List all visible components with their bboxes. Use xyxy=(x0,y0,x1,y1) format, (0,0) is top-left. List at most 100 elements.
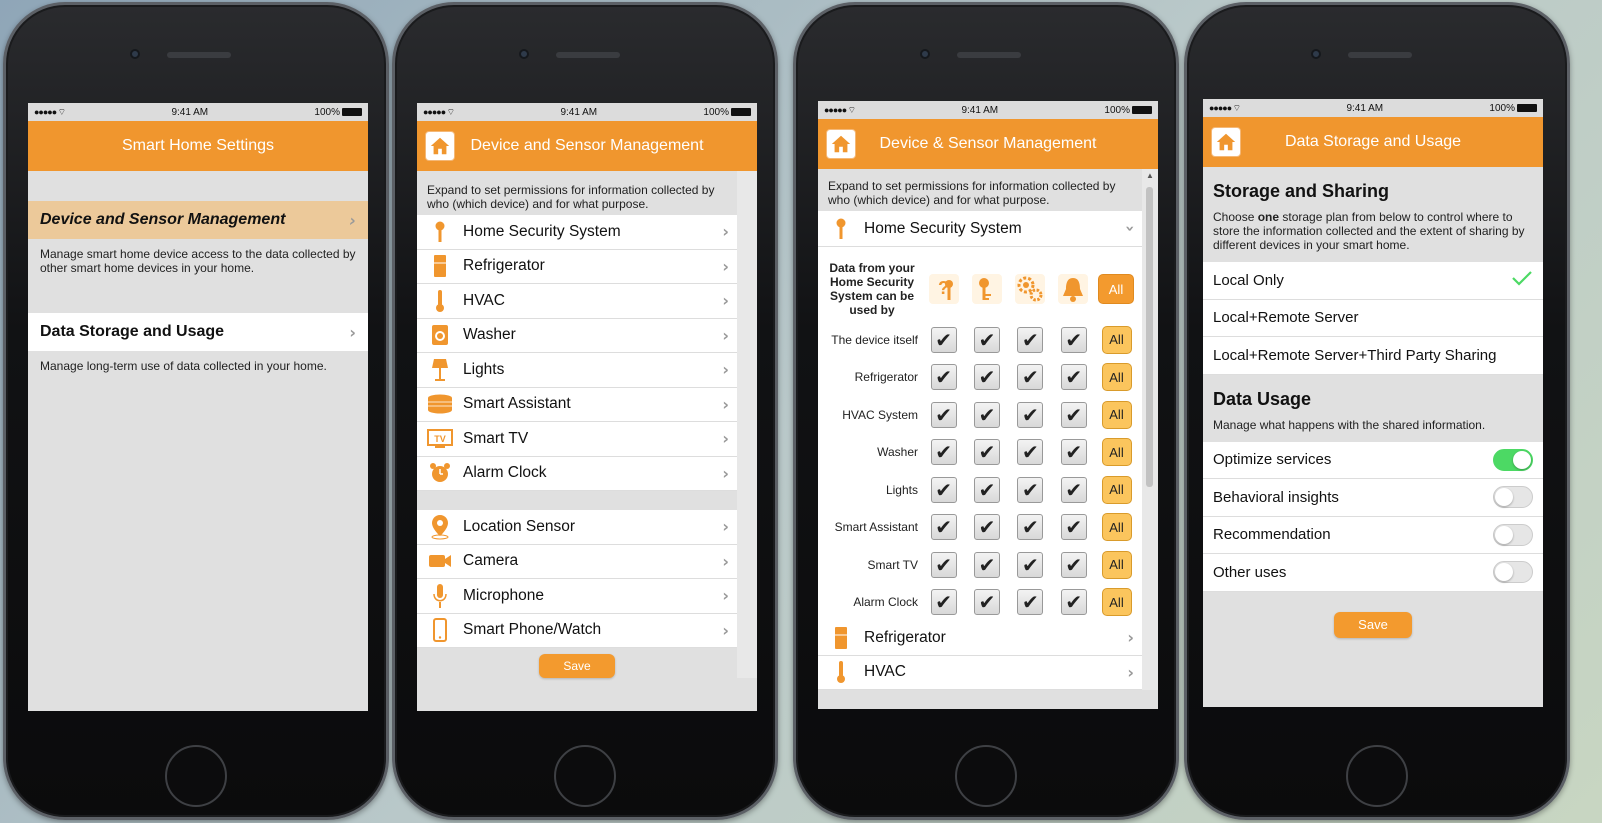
permission-checkbox[interactable]: ✔ xyxy=(1060,589,1087,616)
permission-checkbox[interactable]: ✔ xyxy=(930,401,957,428)
home-icon[interactable] xyxy=(425,131,455,161)
list-item[interactable]: Location Sensor › xyxy=(417,510,737,545)
chevron-right-icon: › xyxy=(722,551,729,571)
select-all-row-button[interactable]: All xyxy=(1101,550,1132,579)
permission-checkbox[interactable]: ✔ xyxy=(1017,551,1044,578)
select-all-row-button[interactable]: All xyxy=(1101,400,1132,429)
alarm-clock-icon xyxy=(427,460,453,486)
permission-checkbox[interactable]: ✔ xyxy=(1060,476,1087,503)
storage-option[interactable]: Local Only xyxy=(1203,262,1543,300)
list-item[interactable]: Smart Phone/Watch › xyxy=(417,613,737,648)
select-all-row-button[interactable]: All xyxy=(1101,438,1132,467)
permission-checkbox[interactable]: ✔ xyxy=(1017,401,1044,428)
permission-checkbox[interactable]: ✔ xyxy=(1017,514,1044,541)
scroll-up-arrow[interactable]: ▲ xyxy=(1142,171,1158,180)
storage-section-title: Storage and Sharing xyxy=(1213,181,1390,201)
permission-checkbox[interactable]: ✔ xyxy=(1017,326,1044,353)
home-button[interactable] xyxy=(1346,745,1408,807)
permission-checkbox[interactable]: ✔ xyxy=(974,551,1001,578)
permission-checkbox[interactable]: ✔ xyxy=(930,551,957,578)
list-item[interactable]: TV Smart TV › xyxy=(417,422,737,457)
list-item[interactable]: Smart Assistant › xyxy=(417,387,737,422)
usage-section-description: Manage what happens with the shared info… xyxy=(1213,417,1486,432)
permission-checkbox[interactable]: ✔ xyxy=(1017,476,1044,503)
chevron-right-icon: › xyxy=(722,291,729,311)
permission-table: Data from your Home Security System can … xyxy=(818,247,1142,621)
permission-checkbox[interactable]: ✔ xyxy=(930,326,957,353)
expanded-device-row[interactable]: Home Security System › xyxy=(818,211,1142,247)
permission-checkbox[interactable]: ✔ xyxy=(974,439,1001,466)
permission-checkbox[interactable]: ✔ xyxy=(974,589,1001,616)
item-label: Camera xyxy=(463,552,519,570)
permission-row: Washer ✔ ✔ ✔ ✔ All xyxy=(818,434,1142,472)
select-all-header-button[interactable]: All xyxy=(1098,274,1134,304)
permission-checkbox[interactable]: ✔ xyxy=(1060,364,1087,391)
list-item[interactable]: Refrigerator › xyxy=(818,621,1142,656)
data-storage-usage-link[interactable]: Data Storage and Usage › xyxy=(28,313,368,351)
storage-options: Local Only Local+Remote Server Local+Remot… xyxy=(1203,262,1543,375)
list-item[interactable]: HVAC › xyxy=(818,655,1142,690)
storage-option[interactable]: Local+Remote Server+Third Party Sharing xyxy=(1203,337,1543,375)
item-label: Location Sensor xyxy=(463,517,576,535)
permission-checkbox[interactable]: ✔ xyxy=(1017,364,1044,391)
home-button[interactable] xyxy=(165,745,227,807)
list-item[interactable]: Home Security System › xyxy=(417,215,737,250)
permission-checkbox[interactable]: ✔ xyxy=(974,514,1001,541)
usage-toggle[interactable] xyxy=(1493,561,1533,584)
select-all-row-button[interactable]: All xyxy=(1101,588,1132,617)
chevron-right-icon: › xyxy=(722,256,729,276)
list-item[interactable]: Microphone › xyxy=(417,579,737,614)
permission-checkbox[interactable]: ✔ xyxy=(974,476,1001,503)
permission-checkbox[interactable]: ✔ xyxy=(1060,401,1087,428)
scrollbar-track[interactable] xyxy=(737,171,757,678)
usage-toggle[interactable] xyxy=(1493,486,1533,509)
item-label: Smart Assistant xyxy=(463,395,571,413)
phone-2: ●●●●● ⌔ 9:41 AM 100% Device and Sensor M… xyxy=(392,2,778,820)
item-label: Smart TV xyxy=(463,429,529,447)
permission-checkbox[interactable]: ✔ xyxy=(1060,326,1087,353)
chevron-right-icon: › xyxy=(722,394,729,414)
save-button[interactable]: Save xyxy=(539,654,615,678)
permission-row: Refrigerator ✔ ✔ ✔ ✔ All xyxy=(818,359,1142,397)
permission-checkbox[interactable]: ✔ xyxy=(930,589,957,616)
scrollbar-thumb[interactable] xyxy=(1146,187,1153,487)
permission-checkbox[interactable]: ✔ xyxy=(930,514,957,541)
save-button[interactable]: Save xyxy=(1334,611,1412,638)
list-item[interactable]: Camera › xyxy=(417,544,737,579)
permission-checkbox[interactable]: ✔ xyxy=(930,439,957,466)
list-item[interactable]: HVAC › xyxy=(417,284,737,319)
permission-checkbox[interactable]: ✔ xyxy=(1017,439,1044,466)
select-all-row-button[interactable]: All xyxy=(1101,513,1132,542)
permission-checkbox[interactable]: ✔ xyxy=(974,401,1001,428)
home-icon[interactable] xyxy=(1211,127,1241,157)
home-button[interactable] xyxy=(554,745,616,807)
permission-checkbox[interactable]: ✔ xyxy=(930,364,957,391)
permission-checkbox[interactable]: ✔ xyxy=(974,326,1001,353)
svg-text:TV: TV xyxy=(434,434,446,444)
list-item[interactable]: Refrigerator › xyxy=(417,249,737,284)
select-all-row-button[interactable]: All xyxy=(1101,475,1132,504)
section-label: Device and Sensor Management xyxy=(40,211,286,228)
select-all-row-button[interactable]: All xyxy=(1101,363,1132,392)
scrollbar-track[interactable]: ▲ xyxy=(1142,169,1158,690)
select-all-row-button[interactable]: All xyxy=(1101,325,1132,354)
usage-toggle[interactable] xyxy=(1493,448,1533,471)
list-item[interactable]: Alarm Clock › xyxy=(417,456,737,491)
list-item[interactable]: Lights › xyxy=(417,353,737,388)
permission-checkbox[interactable]: ✔ xyxy=(1060,439,1087,466)
permission-checkbox[interactable]: ✔ xyxy=(1060,551,1087,578)
chevron-down-icon: › xyxy=(1121,225,1141,232)
usage-toggle[interactable] xyxy=(1493,523,1533,546)
permission-checkbox[interactable]: ✔ xyxy=(930,476,957,503)
camera-dot xyxy=(920,49,930,59)
device-sensor-management-link[interactable]: Device and Sensor Management › xyxy=(28,201,368,239)
home-button[interactable] xyxy=(955,745,1017,807)
permission-checkbox[interactable]: ✔ xyxy=(974,364,1001,391)
permission-checkbox[interactable]: ✔ xyxy=(1060,514,1087,541)
nav-bar: Data Storage and Usage xyxy=(1203,117,1543,167)
home-icon[interactable] xyxy=(826,129,856,159)
phone-4: ●●●●● ⌔ 9:41 AM 100% Data Storage and Us… xyxy=(1184,2,1570,820)
permission-checkbox[interactable]: ✔ xyxy=(1017,589,1044,616)
list-item[interactable]: Washer › xyxy=(417,318,737,353)
storage-option[interactable]: Local+Remote Server xyxy=(1203,299,1543,337)
